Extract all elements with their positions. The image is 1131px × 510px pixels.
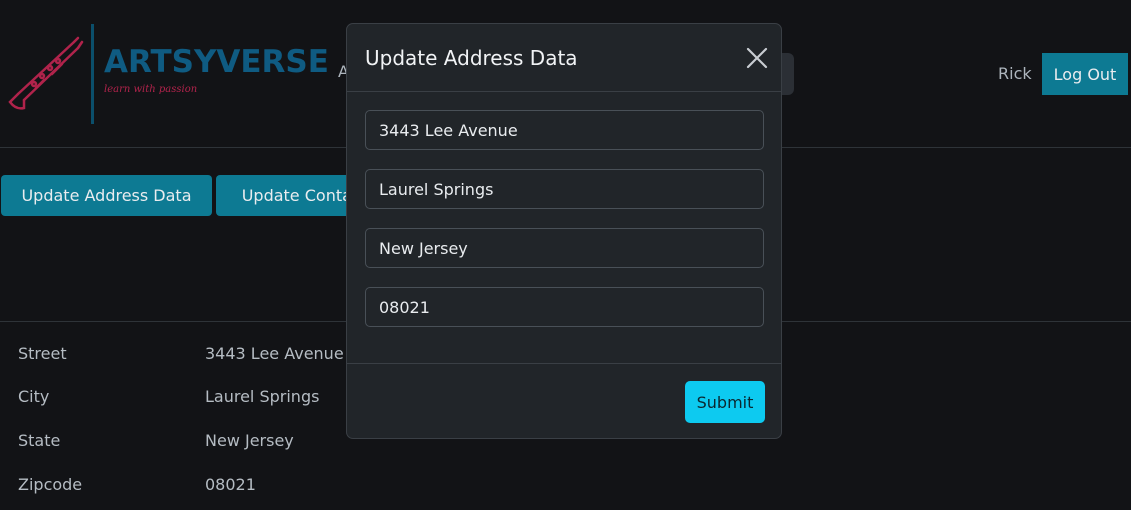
page: ARTSYVERSE learn with passion A Rick Log… xyxy=(0,0,1131,510)
info-row-zipcode: Zipcode 08021 xyxy=(0,475,1131,510)
brand-name[interactable]: ARTSYVERSE xyxy=(104,44,329,80)
logout-button[interactable]: Log Out xyxy=(1042,53,1128,95)
info-value: 08021 xyxy=(205,475,256,494)
info-value: 3443 Lee Avenue xyxy=(205,344,344,363)
info-label: Street xyxy=(18,344,67,363)
modal-header-divider xyxy=(347,91,781,92)
info-value: Laurel Springs xyxy=(205,387,320,406)
street-input[interactable] xyxy=(365,110,764,150)
zipcode-input[interactable] xyxy=(365,287,764,327)
update-address-button[interactable]: Update Address Data xyxy=(1,175,212,216)
info-value: New Jersey xyxy=(205,431,294,450)
info-label: State xyxy=(18,431,61,450)
modal-footer-divider xyxy=(347,363,781,364)
user-name[interactable]: Rick xyxy=(998,64,1032,83)
submit-button[interactable]: Submit xyxy=(685,381,765,423)
state-input[interactable] xyxy=(365,228,764,268)
city-input[interactable] xyxy=(365,169,764,209)
nav-control-partial xyxy=(780,53,794,95)
info-label: Zipcode xyxy=(18,475,83,494)
close-icon[interactable] xyxy=(745,46,769,70)
brand-divider xyxy=(91,24,94,124)
info-label: City xyxy=(18,387,50,406)
brand-tagline: learn with passion xyxy=(104,84,198,95)
modal-title: Update Address Data xyxy=(365,46,578,70)
update-address-modal: Update Address Data Submit xyxy=(346,23,782,439)
